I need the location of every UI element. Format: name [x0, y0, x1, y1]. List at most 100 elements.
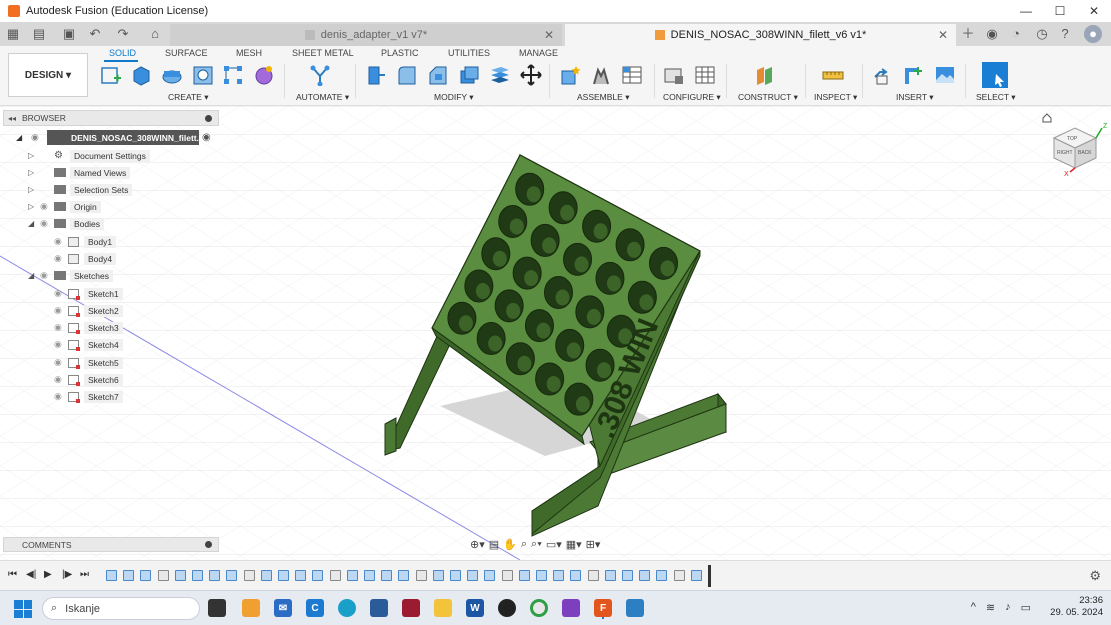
app-icon[interactable] — [402, 599, 420, 617]
visibility-icon[interactable]: ◉ — [40, 201, 54, 212]
chamfer-icon[interactable] — [427, 64, 449, 86]
clock[interactable]: 23:36 29. 05. 2024 — [1050, 595, 1103, 619]
configure-design-icon[interactable] — [663, 64, 685, 86]
joint-icon[interactable] — [590, 64, 612, 86]
tab-denis-nosac[interactable]: DENIS_NOSAC_308WINN_filett_v6 v1* ✕ — [565, 24, 956, 46]
visual-studio-icon[interactable] — [562, 599, 580, 617]
browser-node-selection-sets[interactable]: ▷◉ Selection Sets — [28, 182, 133, 197]
store-icon[interactable] — [370, 599, 388, 617]
pan-icon[interactable]: ✋ — [503, 538, 517, 551]
fillet-icon[interactable] — [396, 64, 418, 86]
word-icon[interactable]: W — [466, 599, 484, 617]
visibility-icon[interactable]: ◉ — [54, 391, 68, 402]
browser-node-sketch7[interactable]: ◉ Sketch7 — [42, 389, 123, 404]
revolve-icon[interactable] — [161, 64, 183, 86]
home-icon[interactable]: ⌂ — [146, 25, 164, 43]
browser-node-named-views[interactable]: ▷◉ Named Views — [28, 165, 131, 180]
timeline-feature[interactable] — [570, 570, 581, 581]
timeline-feature[interactable] — [140, 570, 151, 581]
look-at-icon[interactable]: ▤ — [489, 538, 499, 551]
insert-mesh-icon[interactable] — [903, 64, 925, 86]
visibility-icon[interactable]: ◉ — [54, 339, 68, 350]
step-forward-icon[interactable]: |▶ — [62, 569, 72, 580]
timeline-feature[interactable] — [467, 570, 478, 581]
move-copy-icon[interactable] — [520, 64, 542, 86]
pin-icon[interactable] — [205, 541, 212, 548]
grid-menu-icon[interactable]: ▦ — [4, 25, 22, 43]
widgets-icon[interactable] — [242, 599, 260, 617]
new-tab-icon[interactable]: ＋ — [959, 25, 977, 43]
visibility-icon[interactable]: ◉ — [40, 270, 54, 281]
timeline-feature[interactable] — [484, 570, 495, 581]
timeline-feature[interactable] — [175, 570, 186, 581]
timeline-feature[interactable] — [588, 570, 599, 581]
minimize-button[interactable]: — — [1009, 0, 1043, 22]
caret-right-icon[interactable]: ▷ — [28, 202, 40, 211]
orbit-icon[interactable]: ⊕▾ — [470, 538, 485, 551]
pattern-icon[interactable] — [222, 64, 244, 86]
display-settings-icon[interactable]: ▭▾ — [546, 538, 562, 551]
wifi-icon[interactable]: ≋ — [986, 601, 995, 614]
configuration-table-icon[interactable] — [694, 64, 716, 86]
visibility-icon[interactable]: ◉ — [54, 374, 68, 385]
caret-right-icon[interactable]: ▷ — [28, 168, 40, 177]
undo-icon[interactable]: ↶ — [86, 25, 104, 43]
activate-radio-icon[interactable]: ◉ — [202, 132, 211, 143]
bill-of-materials-icon[interactable] — [621, 64, 643, 86]
form-icon[interactable] — [253, 64, 275, 86]
zoom-icon[interactable]: ⌕ — [521, 538, 527, 551]
timeline-feature[interactable] — [278, 570, 289, 581]
file-menu-icon[interactable]: ▤ — [30, 25, 48, 43]
collapse-root-icon[interactable]: ◢ — [16, 133, 22, 142]
timeline-feature[interactable] — [398, 570, 409, 581]
timeline-feature[interactable] — [674, 570, 685, 581]
timeline-feature[interactable] — [312, 570, 323, 581]
visibility-icon[interactable]: ◉ — [54, 305, 68, 316]
battery-icon[interactable]: ▭ — [1021, 601, 1031, 614]
fusion-taskbar-icon[interactable]: F — [594, 599, 612, 617]
pin-icon[interactable] — [205, 114, 212, 122]
workspace-selector[interactable]: DESIGN ▾ — [8, 53, 88, 97]
insert-derive-icon[interactable] — [872, 64, 894, 86]
close-tab-icon[interactable]: ✕ — [938, 28, 948, 42]
browser-root-component[interactable]: DENIS_NOSAC_308WINN_filett... — [47, 130, 199, 145]
timeline-feature[interactable] — [226, 570, 237, 581]
timeline-feature[interactable] — [433, 570, 444, 581]
insert-canvas-icon[interactable] — [934, 64, 956, 86]
step-back-icon[interactable]: ◀| — [26, 569, 36, 580]
timeline-marker[interactable] — [708, 565, 711, 587]
tab-denis-adapter[interactable]: denis_adapter_v1 v7* ✕ — [170, 24, 562, 46]
play-icon[interactable]: ▶ — [44, 569, 52, 580]
new-component-icon[interactable] — [559, 64, 581, 86]
redo-icon[interactable]: ↷ — [114, 25, 132, 43]
timeline-feature[interactable] — [244, 570, 255, 581]
timeline-feature[interactable] — [536, 570, 547, 581]
timeline-feature[interactable] — [502, 570, 513, 581]
timeline-feature[interactable] — [656, 570, 667, 581]
caret-right-icon[interactable]: ▷ — [28, 185, 40, 194]
automate-menu[interactable]: AUTOMATE ▾ — [296, 92, 349, 103]
tab-solid[interactable]: SOLID — [109, 48, 136, 58]
timeline-feature[interactable] — [364, 570, 375, 581]
select-menu[interactable]: SELECT ▾ — [976, 92, 1016, 103]
maximize-button[interactable]: ☐ — [1043, 0, 1077, 22]
chrome-icon[interactable] — [530, 599, 548, 617]
browser-node-sketch4[interactable]: ◉ Sketch4 — [42, 337, 123, 352]
visibility-icon[interactable]: ◉ — [40, 167, 54, 178]
task-view-icon[interactable] — [208, 599, 226, 617]
tab-mesh[interactable]: MESH — [236, 48, 262, 58]
close-window-button[interactable]: ✕ — [1077, 0, 1111, 22]
timeline-feature[interactable] — [158, 570, 169, 581]
browser-node-origin[interactable]: ▷ ◉ Origin — [28, 199, 101, 214]
notifications-icon[interactable]: ◷ — [1033, 25, 1051, 43]
timeline-feature[interactable] — [106, 570, 117, 581]
measure-icon[interactable] — [822, 64, 844, 86]
taskbar-search[interactable]: ⌕ Iskanje — [42, 597, 200, 620]
assemble-menu[interactable]: ASSEMBLE ▾ — [577, 92, 629, 103]
insert-menu[interactable]: INSERT ▾ — [896, 92, 934, 103]
show-hidden-icons[interactable]: ^ — [971, 601, 976, 614]
modify-menu[interactable]: MODIFY ▾ — [434, 92, 474, 103]
browser-node-sketch1[interactable]: ◉ Sketch1 — [42, 286, 123, 301]
timeline-feature[interactable] — [261, 570, 272, 581]
shell-icon[interactable] — [458, 64, 480, 86]
